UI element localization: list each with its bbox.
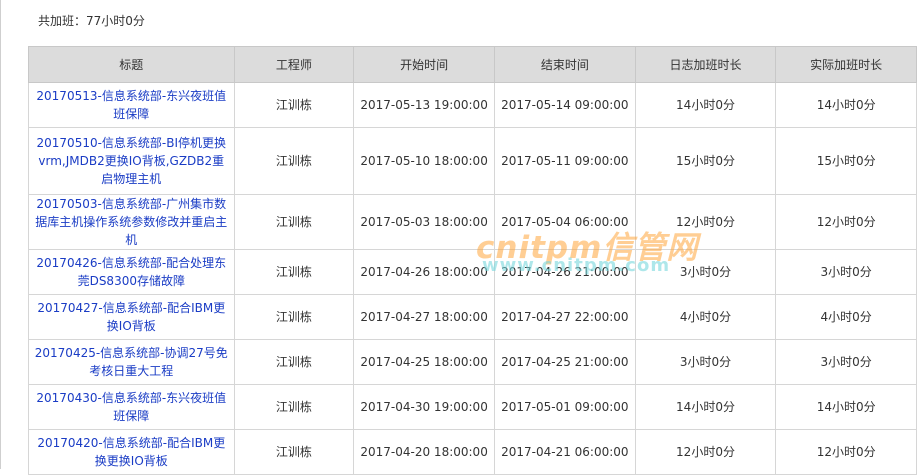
watermark-url: www.cnitpm.com bbox=[482, 255, 671, 276]
title-link[interactable]: 20170426-信息系统部-配合处理东莞DS8300存储故障 bbox=[36, 256, 226, 288]
title-cell: 20170513-信息系统部-东兴夜班值班保障 bbox=[28, 82, 235, 128]
title-cell: 20170427-信息系统部-配合IBM更换IO背板 bbox=[28, 294, 235, 340]
start-time-cell: 2017-04-30 19:00:00 bbox=[353, 384, 495, 430]
col-header-end-time[interactable]: 结束时间 bbox=[493, 46, 636, 83]
log-hours-cell: 14小时0分 bbox=[634, 384, 777, 430]
table-row: 20170426-信息系统部-配合处理东莞DS8300存储故障 江训栋 2017… bbox=[28, 249, 917, 295]
title-link[interactable]: 20170503-信息系统部-广州集市数据库主机操作系统参数修改并重启主机 bbox=[35, 197, 227, 247]
title-link[interactable]: 20170425-信息系统部-协调27号免考核日重大工程 bbox=[35, 346, 228, 378]
engineer-cell: 江训栋 bbox=[233, 82, 355, 128]
title-link[interactable]: 20170430-信息系统部-东兴夜班值班保障 bbox=[36, 391, 226, 423]
title-cell: 20170426-信息系统部-配合处理东莞DS8300存储故障 bbox=[28, 249, 235, 295]
overtime-total: 共加班：77小时0分 bbox=[38, 14, 145, 28]
end-time-cell: 2017-04-21 06:00:00 bbox=[493, 429, 636, 475]
title-cell: 20170420-信息系统部-配合IBM更换更换IO背板 bbox=[28, 429, 235, 475]
title-cell: 20170510-信息系统部-BI停机更换vrm,JMDB2更换IO背板,GZD… bbox=[28, 127, 235, 195]
log-hours-cell: 3小时0分 bbox=[634, 339, 777, 385]
start-time-cell: 2017-04-26 18:00:00 bbox=[353, 249, 495, 295]
end-time-cell: 2017-04-27 22:00:00 bbox=[493, 294, 636, 340]
col-header-log-hours[interactable]: 日志加班时长 bbox=[634, 46, 777, 83]
table-row: 20170420-信息系统部-配合IBM更换更换IO背板 江训栋 2017-04… bbox=[28, 429, 917, 475]
table-header-row: 标题 工程师 开始时间 结束时间 日志加班时长 实际加班时长 bbox=[28, 46, 917, 83]
actual-hours-cell: 14小时0分 bbox=[775, 82, 917, 128]
start-time-cell: 2017-04-20 18:00:00 bbox=[353, 429, 495, 475]
engineer-cell: 江训栋 bbox=[233, 127, 355, 195]
actual-hours-cell: 12小时0分 bbox=[775, 429, 917, 475]
title-link[interactable]: 20170513-信息系统部-东兴夜班值班保障 bbox=[36, 89, 226, 121]
actual-hours-cell: 3小时0分 bbox=[775, 339, 917, 385]
engineer-cell: 江训栋 bbox=[233, 294, 355, 340]
table-row: 20170430-信息系统部-东兴夜班值班保障 江训栋 2017-04-30 1… bbox=[28, 384, 917, 430]
engineer-cell: 江训栋 bbox=[233, 384, 355, 430]
col-header-start-time[interactable]: 开始时间 bbox=[353, 46, 495, 83]
actual-hours-cell: 15小时0分 bbox=[775, 127, 917, 195]
actual-hours-cell: 12小时0分 bbox=[775, 194, 917, 250]
start-time-cell: 2017-05-13 19:00:00 bbox=[353, 82, 495, 128]
table-row: 20170510-信息系统部-BI停机更换vrm,JMDB2更换IO背板,GZD… bbox=[28, 127, 917, 195]
col-header-engineer[interactable]: 工程师 bbox=[233, 46, 355, 83]
start-time-cell: 2017-04-25 18:00:00 bbox=[353, 339, 495, 385]
start-time-cell: 2017-04-27 18:00:00 bbox=[353, 294, 495, 340]
table-row: 20170425-信息系统部-协调27号免考核日重大工程 江训栋 2017-04… bbox=[28, 339, 917, 385]
end-time-cell: 2017-05-11 09:00:00 bbox=[493, 127, 636, 195]
title-link[interactable]: 20170510-信息系统部-BI停机更换vrm,JMDB2更换IO背板,GZD… bbox=[37, 136, 227, 186]
end-time-cell: 2017-04-25 21:00:00 bbox=[493, 339, 636, 385]
left-border bbox=[0, 0, 1, 469]
engineer-cell: 江训栋 bbox=[233, 429, 355, 475]
engineer-cell: 江训栋 bbox=[233, 194, 355, 250]
start-time-cell: 2017-05-03 18:00:00 bbox=[353, 194, 495, 250]
actual-hours-cell: 14小时0分 bbox=[775, 384, 917, 430]
table-row: 20170513-信息系统部-东兴夜班值班保障 江训栋 2017-05-13 1… bbox=[28, 82, 917, 128]
start-time-cell: 2017-05-10 18:00:00 bbox=[353, 127, 495, 195]
actual-hours-cell: 4小时0分 bbox=[775, 294, 917, 340]
end-time-cell: 2017-05-01 09:00:00 bbox=[493, 384, 636, 430]
actual-hours-cell: 3小时0分 bbox=[775, 249, 917, 295]
log-hours-cell: 12小时0分 bbox=[634, 429, 777, 475]
table-row: 20170427-信息系统部-配合IBM更换IO背板 江训栋 2017-04-2… bbox=[28, 294, 917, 340]
end-time-cell: 2017-05-14 09:00:00 bbox=[493, 82, 636, 128]
log-hours-cell: 15小时0分 bbox=[634, 127, 777, 195]
title-cell: 20170503-信息系统部-广州集市数据库主机操作系统参数修改并重启主机 bbox=[28, 194, 235, 250]
engineer-cell: 江训栋 bbox=[233, 339, 355, 385]
col-header-title[interactable]: 标题 bbox=[28, 46, 235, 83]
engineer-cell: 江训栋 bbox=[233, 249, 355, 295]
overtime-table: 标题 工程师 开始时间 结束时间 日志加班时长 实际加班时长 20170513-… bbox=[28, 46, 917, 475]
title-link[interactable]: 20170420-信息系统部-配合IBM更换更换IO背板 bbox=[37, 436, 225, 468]
title-cell: 20170425-信息系统部-协调27号免考核日重大工程 bbox=[28, 339, 235, 385]
col-header-actual-hours[interactable]: 实际加班时长 bbox=[775, 46, 917, 83]
log-hours-cell: 14小时0分 bbox=[634, 82, 777, 128]
title-link[interactable]: 20170427-信息系统部-配合IBM更换IO背板 bbox=[37, 301, 225, 333]
log-hours-cell: 4小时0分 bbox=[634, 294, 777, 340]
title-cell: 20170430-信息系统部-东兴夜班值班保障 bbox=[28, 384, 235, 430]
table-row: 20170503-信息系统部-广州集市数据库主机操作系统参数修改并重启主机 江训… bbox=[28, 194, 917, 250]
